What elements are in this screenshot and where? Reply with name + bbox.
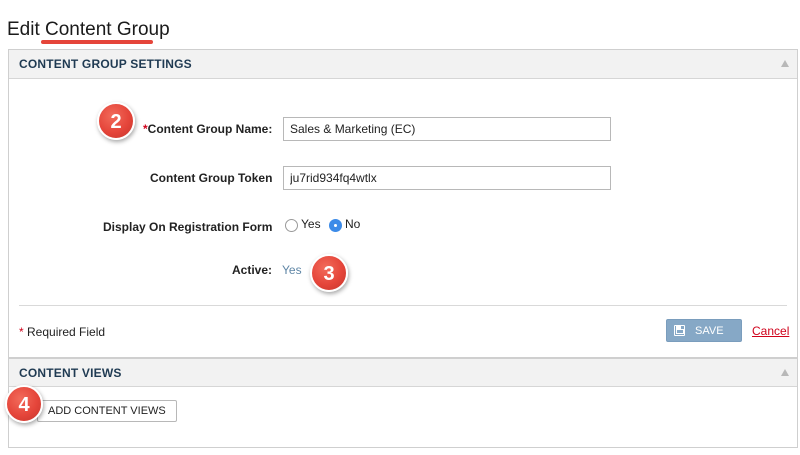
add-content-views-button[interactable]: ADD CONTENT VIEWS bbox=[37, 400, 177, 422]
display-on-registration-label: Display On Registration Form bbox=[103, 220, 273, 234]
callout-badge-2: 2 bbox=[97, 102, 135, 140]
views-panel-title: CONTENT VIEWS bbox=[19, 366, 122, 380]
content-group-name-input[interactable] bbox=[283, 117, 611, 141]
save-button-label: SAVE bbox=[695, 325, 724, 337]
required-note-star: * bbox=[19, 325, 24, 339]
content-views-panel: CONTENT VIEWS ADD CONTENT VIEWS bbox=[8, 358, 798, 448]
required-note-text: Required Field bbox=[27, 325, 106, 339]
page-title: Edit Content Group bbox=[7, 19, 170, 40]
content-group-name-label-text: Content Group Name: bbox=[147, 122, 273, 136]
content-group-name-label: *Content Group Name: bbox=[143, 122, 272, 136]
callout-badge-3: 3 bbox=[310, 254, 348, 292]
active-label: Active: bbox=[232, 263, 273, 277]
views-panel-header[interactable]: CONTENT VIEWS bbox=[9, 358, 797, 387]
settings-panel-title: CONTENT GROUP SETTINGS bbox=[19, 57, 192, 71]
save-button[interactable]: SAVE bbox=[666, 319, 742, 342]
callout-badge-4: 4 bbox=[5, 385, 43, 423]
display-no-radio[interactable] bbox=[329, 219, 342, 232]
required-field-note: * Required Field bbox=[19, 325, 105, 339]
display-no-label[interactable]: No bbox=[345, 217, 360, 231]
settings-panel-header[interactable]: CONTENT GROUP SETTINGS bbox=[9, 50, 797, 79]
active-value: Yes bbox=[282, 263, 302, 277]
form-divider bbox=[19, 305, 787, 306]
display-yes-radio[interactable] bbox=[285, 219, 298, 232]
display-yes-label[interactable]: Yes bbox=[301, 217, 321, 231]
content-group-settings-panel: CONTENT GROUP SETTINGS *Content Group Na… bbox=[8, 49, 798, 358]
cancel-link[interactable]: Cancel bbox=[752, 324, 789, 338]
content-group-token-input[interactable] bbox=[283, 166, 611, 190]
content-group-token-label: Content Group Token bbox=[150, 171, 273, 185]
collapse-arrow-icon[interactable] bbox=[781, 369, 789, 376]
floppy-disk-icon bbox=[674, 325, 685, 336]
collapse-arrow-icon[interactable] bbox=[781, 60, 789, 67]
title-highlight-underline bbox=[41, 40, 153, 44]
